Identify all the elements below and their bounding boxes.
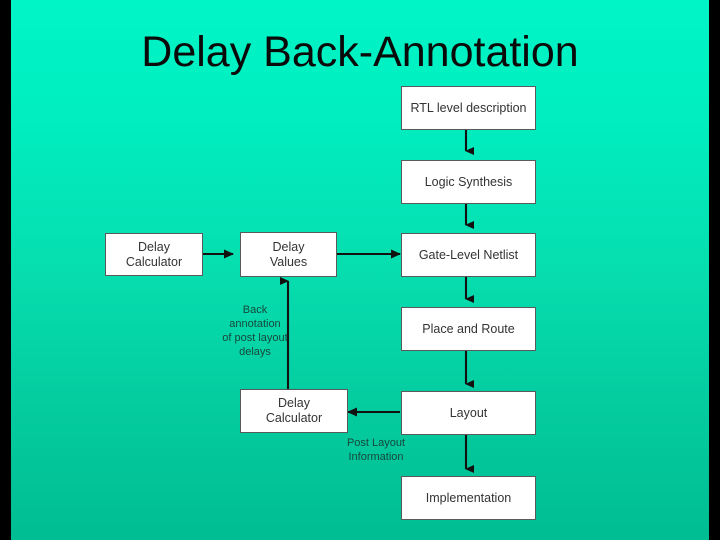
note-back-annotation: Back annotation of post layout delays — [195, 303, 315, 359]
node-layout[interactable]: Layout — [401, 391, 536, 435]
note-line-1: Post Layout — [346, 437, 406, 449]
note-line-4: delays — [239, 346, 271, 358]
node-label: RTL level description — [410, 100, 527, 115]
node-delay-calculator-top[interactable]: Delay Calculator — [105, 233, 203, 276]
node-gate-level-netlist[interactable]: Gate-Level Netlist — [401, 233, 536, 277]
node-label: Logic Synthesis — [424, 174, 513, 189]
node-delay-calculator-bottom[interactable]: Delay Calculator — [240, 389, 348, 433]
note-line-3: of post layout — [222, 332, 288, 344]
node-implementation[interactable]: Implementation — [401, 476, 536, 520]
node-place-and-route[interactable]: Place and Route — [401, 307, 536, 351]
node-label: Implementation — [425, 490, 512, 505]
node-logic-synthesis[interactable]: Logic Synthesis — [401, 160, 536, 204]
node-rtl-level-description[interactable]: RTL level description — [401, 86, 536, 130]
node-label-line2: Calculator — [125, 254, 183, 269]
note-line-2: Information — [348, 451, 404, 463]
slide-canvas: Delay Back-Annotation RTL level descript… — [11, 0, 709, 540]
node-label-line1: Delay — [278, 396, 310, 410]
node-label: Layout — [449, 405, 488, 420]
node-delay-values[interactable]: Delay Values — [240, 232, 337, 277]
slide-frame: Delay Back-Annotation RTL level descript… — [0, 0, 720, 540]
node-label: Place and Route — [422, 321, 515, 336]
node-label-line1: Delay — [138, 239, 170, 254]
node-label-line2: Calculator — [265, 411, 323, 425]
node-label-line1: Delay — [272, 239, 305, 254]
page-title: Delay Back-Annotation — [141, 28, 579, 76]
note-line-1: Back — [242, 304, 268, 316]
node-label: Gate-Level Netlist — [418, 247, 519, 262]
node-label-line2: Values — [269, 254, 308, 269]
note-line-2: annotation — [229, 318, 281, 330]
note-post-layout-information: Post Layout Information — [316, 436, 436, 464]
